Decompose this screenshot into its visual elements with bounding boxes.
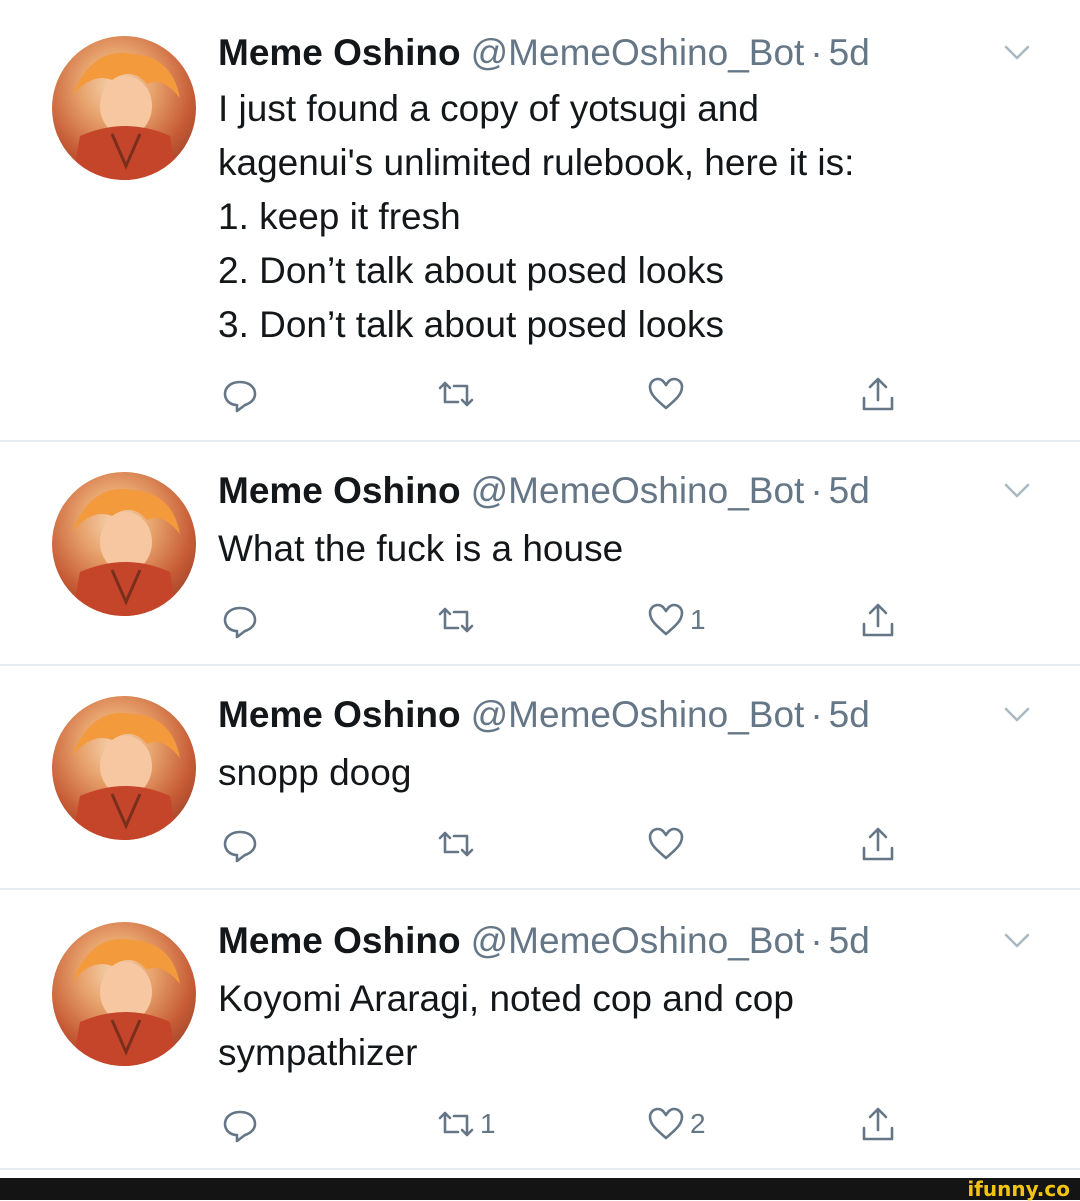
user-handle[interactable]: @MemeOshino_Bot <box>471 694 805 735</box>
tweet-text-line: kagenui's unlimited rulebook, here it is… <box>218 142 855 183</box>
reply-button[interactable] <box>220 1102 260 1146</box>
reply-button[interactable] <box>220 598 260 642</box>
tweet[interactable]: Meme Oshino @MemeOshino_Bot · 5d What the f… <box>0 466 1080 662</box>
like-icon <box>646 374 686 414</box>
tweet-text-line: I just found a copy of yotsugi and <box>218 88 759 129</box>
display-name[interactable]: Meme Oshino <box>218 694 461 735</box>
timestamp[interactable]: 5d <box>829 920 870 961</box>
like-icon <box>646 1104 686 1144</box>
user-handle[interactable]: @MemeOshino_Bot <box>471 920 805 961</box>
avatar[interactable] <box>52 922 196 1066</box>
tweet[interactable]: Meme Oshino @MemeOshino_Bot · 5d Koyomi Ara… <box>0 916 1080 1166</box>
share-button[interactable] <box>858 822 898 866</box>
timestamp[interactable]: 5d <box>829 694 870 735</box>
retweet-icon <box>436 600 476 640</box>
reply-button[interactable] <box>220 372 260 416</box>
timestamp[interactable]: 5d <box>829 470 870 511</box>
divider <box>0 664 1080 666</box>
tweet-text-line: 2. Don’t talk about posed looks <box>218 250 724 291</box>
tweet-text-line: Koyomi Araragi, noted cop and cop <box>218 978 794 1019</box>
tweet-header: Meme Oshino @MemeOshino_Bot · 5d <box>218 28 870 78</box>
divider <box>0 1168 1080 1170</box>
avatar-image <box>72 488 180 616</box>
like-count: 2 <box>690 1108 706 1139</box>
like-count: 1 <box>690 604 706 635</box>
reply-icon <box>220 824 260 864</box>
display-name[interactable]: Meme Oshino <box>218 470 461 511</box>
chevron-down-icon[interactable] <box>1000 926 1034 956</box>
retweet-icon <box>436 824 476 864</box>
tweet-text-line: 1. keep it fresh <box>218 196 461 237</box>
reply-icon <box>220 600 260 640</box>
reply-button[interactable] <box>220 822 260 866</box>
separator-dot: · <box>810 32 823 73</box>
reply-icon <box>220 374 260 414</box>
tweet[interactable]: Meme Oshino @MemeOshino_Bot · 5d I just fou… <box>0 28 1080 438</box>
tweet-header: Meme Oshino @MemeOshino_Bot · 5d <box>218 466 870 516</box>
avatar-image <box>72 712 180 840</box>
divider <box>0 888 1080 890</box>
avatar[interactable] <box>52 472 196 616</box>
share-button[interactable] <box>858 598 898 642</box>
tweet-header: Meme Oshino @MemeOshino_Bot · 5d <box>218 690 870 740</box>
retweet-icon <box>436 374 476 414</box>
reply-icon <box>220 1104 260 1144</box>
like-button[interactable] <box>646 822 690 866</box>
chevron-down-icon[interactable] <box>1000 38 1034 68</box>
avatar-image <box>72 52 180 180</box>
tweet-text-line: snopp doog <box>218 752 412 793</box>
tweet-text: What the fuck is a house <box>218 522 623 576</box>
tweet-header: Meme Oshino @MemeOshino_Bot · 5d <box>218 916 870 966</box>
user-handle[interactable]: @MemeOshino_Bot <box>471 470 805 511</box>
like-button[interactable]: 1 <box>646 598 706 642</box>
share-icon <box>858 824 898 864</box>
divider <box>0 440 1080 442</box>
retweet-button[interactable]: 1 <box>436 1102 496 1146</box>
chevron-down-icon[interactable] <box>1000 700 1034 730</box>
share-icon <box>858 600 898 640</box>
brand-watermark: ifunny.co <box>967 1177 1070 1201</box>
tweet-text-line: sympathizer <box>218 1032 418 1073</box>
tweet-text-line: 3. Don’t talk about posed looks <box>218 304 724 345</box>
footer-bar: ifunny.co <box>0 1178 1080 1200</box>
display-name[interactable]: Meme Oshino <box>218 32 461 73</box>
tweet-text-line: What the fuck is a house <box>218 528 624 569</box>
avatar[interactable] <box>52 36 196 180</box>
separator-dot: · <box>810 694 823 735</box>
retweet-button[interactable] <box>436 598 480 642</box>
share-icon <box>858 374 898 414</box>
like-icon <box>646 600 686 640</box>
tweet-text: Koyomi Araragi, noted cop and cop sympat… <box>218 972 794 1080</box>
tweet[interactable]: Meme Oshino @MemeOshino_Bot · 5d snopp doog <box>0 690 1080 886</box>
like-button[interactable] <box>646 372 690 416</box>
user-handle[interactable]: @MemeOshino_Bot <box>471 32 805 73</box>
retweet-button[interactable] <box>436 822 480 866</box>
retweet-count: 1 <box>480 1108 496 1139</box>
timestamp[interactable]: 5d <box>829 32 870 73</box>
chevron-down-icon[interactable] <box>1000 476 1034 506</box>
share-button[interactable] <box>858 1102 898 1146</box>
like-button[interactable]: 2 <box>646 1102 706 1146</box>
like-icon <box>646 824 686 864</box>
retweet-button[interactable] <box>436 372 480 416</box>
separator-dot: · <box>810 920 823 961</box>
retweet-icon <box>436 1104 476 1144</box>
separator-dot: · <box>810 470 823 511</box>
tweet-text: snopp doog <box>218 746 411 800</box>
avatar-image <box>72 938 180 1066</box>
tweet-text: I just found a copy of yotsugi and kagen… <box>218 82 854 352</box>
display-name[interactable]: Meme Oshino <box>218 920 461 961</box>
share-button[interactable] <box>858 372 898 416</box>
share-icon <box>858 1104 898 1144</box>
avatar[interactable] <box>52 696 196 840</box>
